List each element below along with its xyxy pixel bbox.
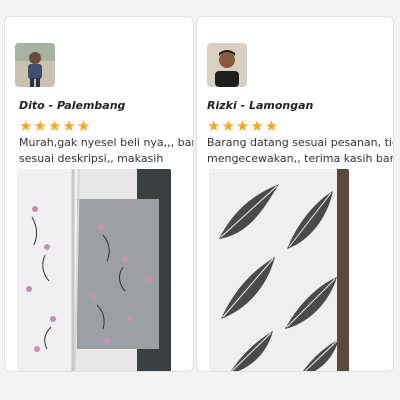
review-text: Barang datang sesuai pesanan, tidak meng…: [207, 135, 394, 167]
review-text-line: Murah,gak nyesel beli nya,,, barang: [19, 136, 193, 149]
review-card-1: Dito - Palembang ★★★★★ Murah,gak nyesel …: [4, 16, 194, 372]
star-rating: ★★★★★: [19, 117, 92, 135]
feather-curtain-photo-icon: [209, 169, 349, 371]
reviewer-avatar: [207, 43, 247, 87]
reviewer-name: Rizki - Lamongan: [207, 99, 314, 112]
floral-curtain-photo-icon: [17, 169, 171, 371]
review-text-line: mengecewakan,, terima kasih banyak: [207, 152, 393, 165]
review-text: Murah,gak nyesel beli nya,,, barang sesu…: [19, 135, 193, 167]
star-rating: ★★★★★: [207, 117, 280, 135]
review-text-line: sesuai deskripsi,, makasih: [19, 152, 164, 165]
reviewer-name: Dito - Palembang: [19, 99, 126, 112]
review-text-line: Barang datang sesuai pesanan, tidak: [207, 136, 394, 149]
review-photo[interactable]: [209, 169, 349, 371]
review-card-2: Rizki - Lamongan ★★★★★ Barang datang ses…: [196, 16, 394, 372]
review-photo[interactable]: [17, 169, 171, 371]
reviewer-avatar: [15, 43, 55, 87]
